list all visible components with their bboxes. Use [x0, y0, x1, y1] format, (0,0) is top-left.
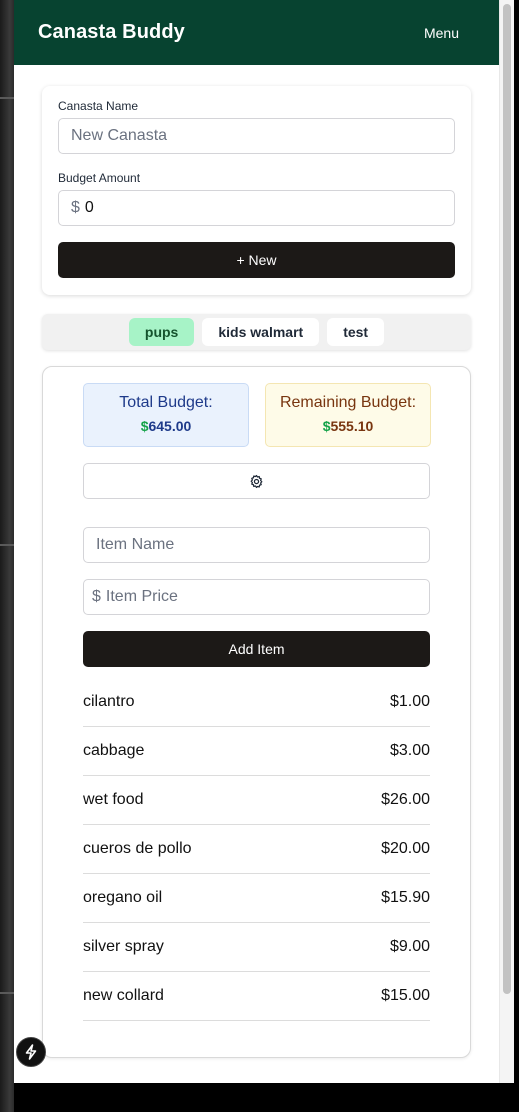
canasta-detail-card: Total Budget: $645.00 Remaining Budget: … [42, 366, 471, 1058]
item-price: $15.00 [381, 987, 430, 1004]
item-name: cilantro [83, 693, 135, 710]
budget-amount-label: Budget Amount [58, 171, 141, 185]
total-budget-box: Total Budget: $645.00 [83, 383, 249, 447]
tab-pups[interactable]: pups [128, 318, 195, 346]
app-window: Canasta Buddy Menu Canasta Name New Cana… [14, 0, 514, 1083]
list-item[interactable]: oregano oil $15.90 [83, 874, 430, 923]
item-price: $20.00 [381, 840, 430, 857]
vertical-scrollbar[interactable] [499, 0, 514, 1083]
item-price: $9.00 [389, 938, 430, 955]
item-name: wet food [83, 791, 144, 808]
list-item[interactable]: cabbage $3.00 [83, 727, 430, 776]
budget-amount-input[interactable]: $ 0 [58, 190, 455, 226]
remaining-budget-label: Remaining Budget: [279, 394, 417, 411]
item-price: $1.00 [389, 693, 430, 710]
top-navbar: Canasta Buddy Menu [14, 0, 499, 65]
tab-kids-walmart[interactable]: kids walmart [202, 318, 320, 346]
item-name: oregano oil [83, 889, 163, 906]
list-item[interactable]: silver spray $9.00 [83, 923, 430, 972]
item-price-input[interactable]: $ Item Price [83, 579, 430, 615]
item-name-input[interactable]: Item Name [83, 527, 430, 563]
budget-amount-value: 0 [84, 199, 94, 216]
canasta-name-input[interactable]: New Canasta [58, 118, 455, 154]
lightning-icon [25, 1044, 37, 1060]
remaining-budget-amount: $555.10 [322, 418, 374, 434]
item-price-currency: $ [92, 588, 101, 605]
menu-button[interactable]: Menu [424, 25, 459, 41]
list-item[interactable]: cilantro $1.00 [83, 678, 430, 727]
canasta-tabs: pups kids walmart test [42, 314, 471, 350]
item-name: silver spray [83, 938, 164, 955]
scrollbar-thumb[interactable] [503, 4, 511, 994]
item-name: cueros de pollo [83, 840, 192, 857]
budget-currency-symbol: $ [71, 199, 80, 216]
item-name-placeholder: Item Name [96, 536, 175, 553]
item-price: $3.00 [389, 742, 430, 759]
item-price: $15.90 [381, 889, 430, 906]
total-budget-amount: $645.00 [140, 418, 192, 434]
tab-test[interactable]: test [327, 318, 385, 346]
add-item-button[interactable]: Add Item [83, 631, 430, 667]
list-item[interactable]: wet food $26.00 [83, 776, 430, 825]
canasta-settings-button[interactable] [83, 463, 430, 499]
total-budget-label: Total Budget: [119, 394, 213, 411]
new-canasta-form: Canasta Name New Canasta Budget Amount $… [42, 86, 471, 295]
new-canasta-button[interactable]: + New [58, 242, 455, 278]
list-item[interactable]: new collard $15.00 [83, 972, 430, 1021]
canasta-name-placeholder: New Canasta [71, 127, 168, 144]
item-name: cabbage [83, 742, 145, 759]
item-price: $26.00 [381, 791, 430, 808]
item-price-placeholder: Item Price [105, 588, 178, 605]
remaining-budget-box: Remaining Budget: $555.10 [265, 383, 431, 447]
list-item[interactable]: cueros de pollo $20.00 [83, 825, 430, 874]
app-title[interactable]: Canasta Buddy [38, 21, 185, 44]
item-name: new collard [83, 987, 164, 1004]
dev-tools-button[interactable] [16, 1037, 46, 1067]
canasta-name-label: Canasta Name [58, 99, 139, 113]
gear-icon [250, 474, 263, 488]
background-left-edge [0, 0, 14, 1112]
